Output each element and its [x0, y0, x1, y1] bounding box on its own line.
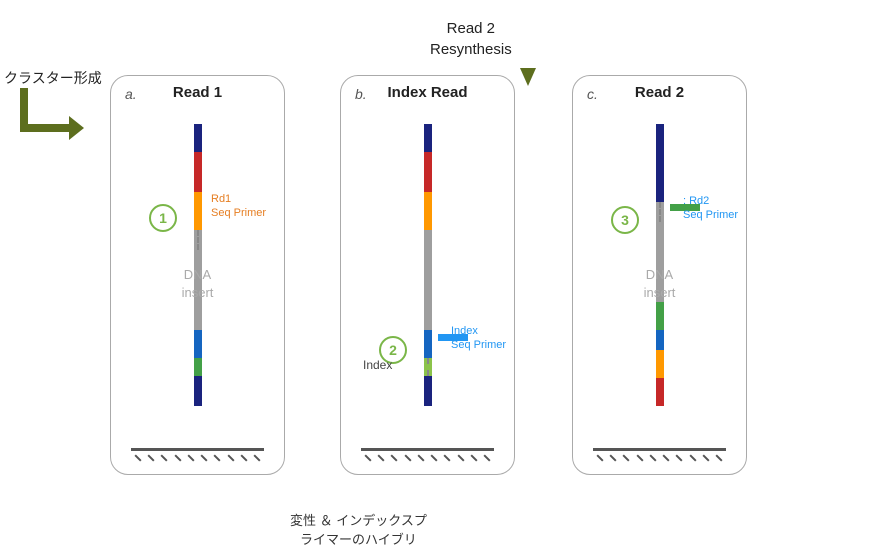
- step-circle-1: 1: [149, 204, 177, 232]
- panel-c: c. Read 2 3 : Rd2Seq Primer DNAinsert: [572, 75, 747, 475]
- read2-arrow: [510, 38, 546, 91]
- ground-c: [593, 448, 726, 464]
- read2-resynthesis-label: Read 2 Resynthesis: [430, 18, 512, 60]
- rd2-primer-label: : Rd2Seq Primer: [683, 194, 738, 223]
- cluster-label: クラスター形成: [4, 68, 102, 88]
- panel-b: b. Index Read 2 IndexSeq Primer Index: [340, 75, 515, 475]
- ground-b: [361, 448, 494, 464]
- rd1-primer-label: Rd1Seq Primer: [211, 192, 266, 221]
- panel-a-title: Read 1: [111, 84, 284, 101]
- bottom-note: 変性 ＆ インデックスプ ライマーのハイブリ: [290, 510, 427, 548]
- dna-insert-a: DNAinsert: [111, 266, 284, 302]
- panel-b-title: Index Read: [341, 84, 514, 101]
- dna-insert-c: DNAinsert: [573, 266, 746, 302]
- step-circle-3: 3: [611, 206, 639, 234]
- index-seq-primer-label: IndexSeq Primer: [451, 324, 506, 353]
- panel-a: a. Read 1 1 Rd1Seq Primer DNAinsert: [110, 75, 285, 475]
- cluster-arrow: [14, 88, 84, 153]
- index-label: Index: [363, 358, 392, 372]
- ground-a: [131, 448, 264, 464]
- panel-c-title: Read 2: [573, 84, 746, 101]
